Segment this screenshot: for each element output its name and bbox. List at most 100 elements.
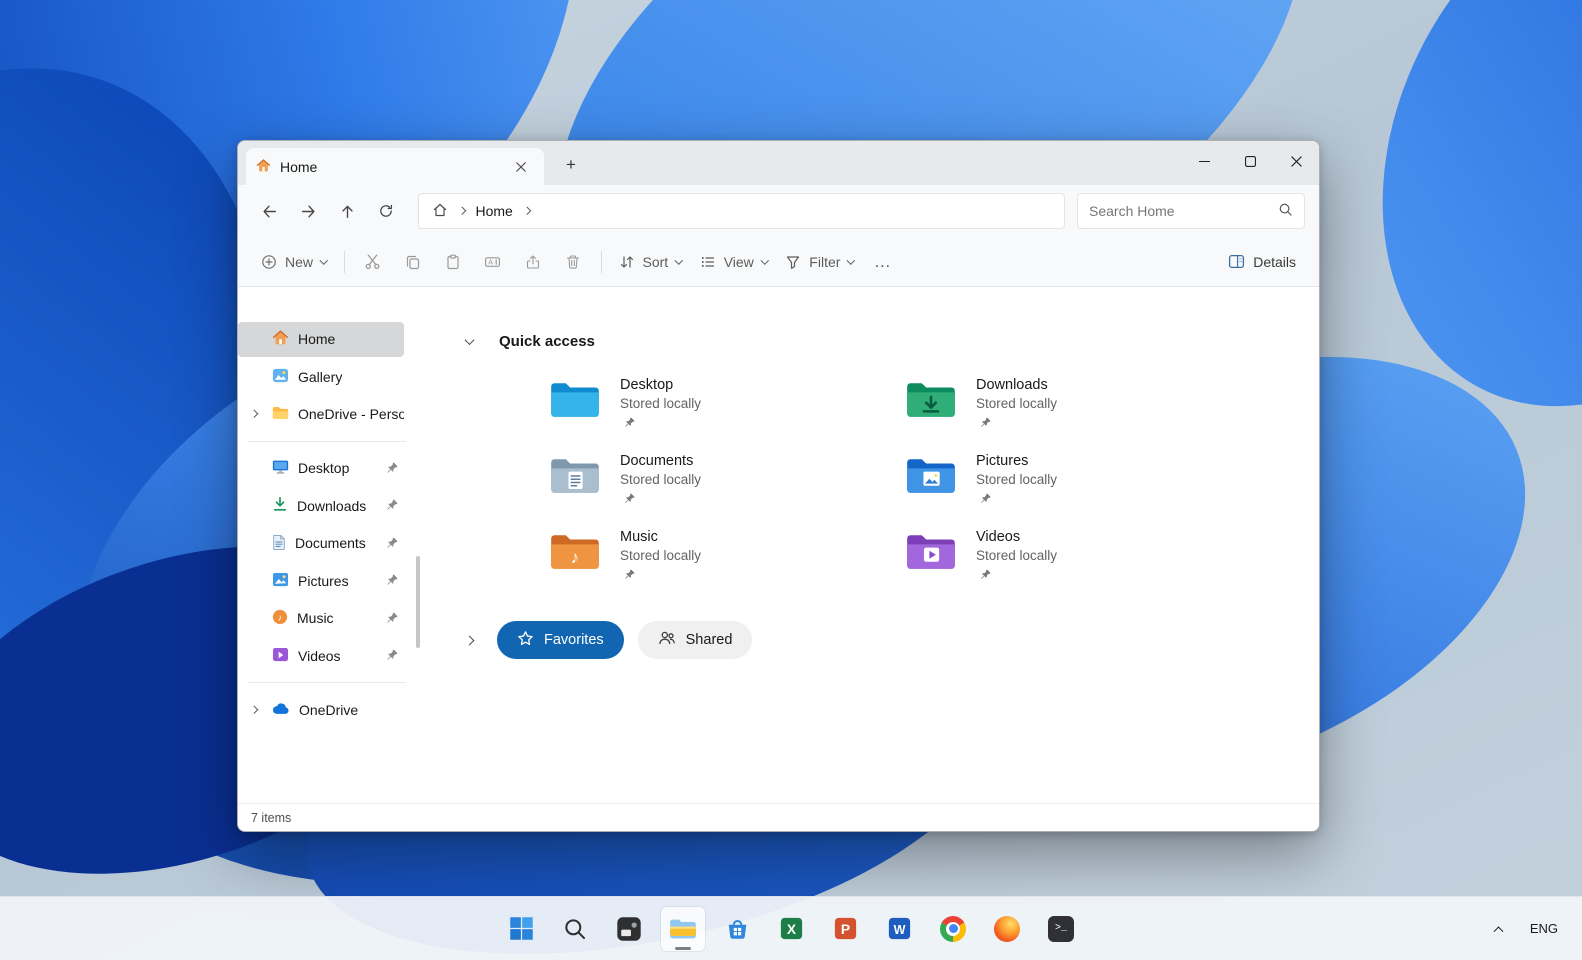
share-button[interactable] (513, 245, 553, 279)
sidebar-item-label: Gallery (298, 368, 343, 385)
system-tray: ENG (1493, 897, 1582, 960)
file-explorer-button[interactable] (661, 906, 705, 951)
home-icon (272, 329, 289, 349)
sidebar-item-downloads[interactable]: Downloads (238, 488, 404, 523)
sidebar-item-desktop[interactable]: Desktop (238, 451, 404, 486)
paste-button[interactable] (433, 245, 473, 279)
new-button[interactable]: New (252, 245, 336, 279)
sidebar-item-videos[interactable]: Videos (238, 638, 404, 673)
tile-subtitle: Stored locally (976, 396, 1058, 411)
sidebar-item-pictures[interactable]: Pictures (238, 563, 404, 598)
sidebar-item-label: Home (298, 331, 336, 347)
taskbar-search-button[interactable] (553, 907, 597, 951)
content-pane: Quick access Desktop Stored locally Down… (428, 287, 1319, 803)
refresh-button[interactable] (369, 194, 403, 228)
view-button[interactable]: View (691, 245, 777, 279)
search-icon (565, 918, 586, 939)
pictures-folder-icon (905, 454, 957, 515)
hidden-icons-chevron-icon[interactable] (1493, 926, 1504, 937)
chevron-right-icon[interactable] (522, 207, 531, 215)
tile-desktop[interactable]: Desktop Stored locally (549, 377, 905, 439)
tile-music[interactable]: ♪ Music Stored locally (549, 529, 905, 591)
quick-access-header: Quick access (464, 331, 1319, 351)
cut-button[interactable] (353, 245, 393, 279)
excel-icon: X (780, 917, 802, 940)
sidebar-item-documents[interactable]: Documents (238, 526, 404, 561)
tab-close-icon[interactable] (508, 154, 534, 180)
view-button-label: View (723, 253, 754, 270)
tile-downloads[interactable]: Downloads Stored locally (905, 377, 1261, 439)
tile-videos[interactable]: Videos Stored locally (905, 529, 1261, 591)
close-button[interactable] (1273, 141, 1319, 181)
tile-pictures[interactable]: Pictures Stored locally (905, 453, 1261, 515)
chevron-right-icon[interactable] (249, 410, 258, 418)
word-button[interactable]: W (877, 907, 921, 951)
navigation-bar: Home Search Home (238, 185, 1319, 237)
sidebar-item-onedrive[interactable]: OneDrive (238, 692, 404, 727)
rename-button[interactable]: A (473, 245, 513, 279)
dark-app-button[interactable] (607, 907, 651, 951)
delete-button[interactable] (553, 245, 593, 279)
excel-button[interactable]: X (769, 907, 813, 951)
videos-icon (272, 647, 289, 665)
forward-button[interactable] (291, 194, 325, 228)
chevron-down-icon[interactable] (464, 334, 475, 345)
sidebar-item-gallery[interactable]: Gallery (238, 359, 404, 394)
start-button[interactable] (499, 907, 543, 951)
shared-tab-label: Shared (685, 632, 733, 648)
tile-documents[interactable]: Documents Stored locally (549, 453, 905, 515)
language-indicator[interactable]: ENG (1530, 921, 1558, 936)
tile-subtitle: Stored locally (620, 396, 702, 411)
sidebar-item-onedrive-personal[interactable]: OneDrive - Perso (238, 397, 404, 432)
sidebar-item-music[interactable]: ♪ Music (238, 601, 404, 636)
tile-name: Pictures (976, 453, 1029, 469)
tile-subtitle: Stored locally (620, 472, 702, 487)
tile-name: Desktop (620, 377, 674, 393)
chevron-right-icon[interactable] (249, 705, 258, 714)
sidebar-item-home[interactable]: Home (238, 321, 404, 357)
taskbar: X P W >_ ENG (0, 896, 1582, 960)
sort-button[interactable]: Sort (610, 245, 691, 279)
minimize-button[interactable] (1181, 141, 1227, 181)
powerpoint-button[interactable]: P (823, 907, 867, 951)
sidebar-divider (248, 682, 406, 683)
up-button[interactable] (330, 194, 364, 228)
terminal-button[interactable]: >_ (1039, 907, 1083, 951)
chevron-right-icon[interactable] (464, 635, 475, 645)
star-icon (517, 630, 534, 651)
details-button-label: Details (1253, 253, 1296, 270)
documents-folder-icon (549, 454, 601, 515)
terminal-icon: >_ (1048, 915, 1074, 942)
details-button[interactable]: Details (1219, 245, 1305, 279)
search-input[interactable]: Search Home (1077, 193, 1305, 229)
chevron-right-icon[interactable] (457, 207, 466, 215)
chrome-button[interactable] (931, 907, 975, 951)
tab-home[interactable]: Home (246, 148, 544, 185)
section-title[interactable]: Quick access (499, 333, 595, 350)
more-options-button[interactable]: … (863, 245, 903, 279)
desktop-icon (272, 459, 289, 478)
filter-button[interactable]: Filter (776, 245, 863, 279)
sidebar-scrollbar[interactable] (416, 556, 420, 648)
desktop-folder-icon (549, 378, 601, 439)
new-tab-button[interactable]: + (556, 151, 586, 179)
search-icon[interactable] (1278, 202, 1293, 220)
command-bar: New A Sort View Filter … Details (238, 237, 1319, 287)
tab-title: Home (280, 158, 318, 175)
shared-tab[interactable]: Shared (637, 621, 753, 659)
back-button[interactable] (252, 194, 286, 228)
favorites-tab[interactable]: Favorites (497, 621, 624, 659)
pin-icon (980, 491, 991, 507)
svg-text:W: W (893, 923, 905, 937)
store-button[interactable] (715, 907, 759, 951)
maximize-button[interactable] (1227, 141, 1273, 181)
firefox-button[interactable] (985, 907, 1029, 951)
downloads-folder-icon (905, 378, 957, 439)
window-body: Home Gallery OneDrive - Perso Desktop Do… (238, 287, 1319, 803)
breadcrumb-home[interactable]: Home (476, 203, 513, 219)
favorites-tab-label: Favorites (544, 632, 604, 648)
ellipsis-icon: … (873, 251, 892, 271)
copy-button[interactable] (393, 245, 433, 279)
address-bar[interactable]: Home (418, 193, 1065, 229)
videos-folder-icon (905, 530, 957, 591)
